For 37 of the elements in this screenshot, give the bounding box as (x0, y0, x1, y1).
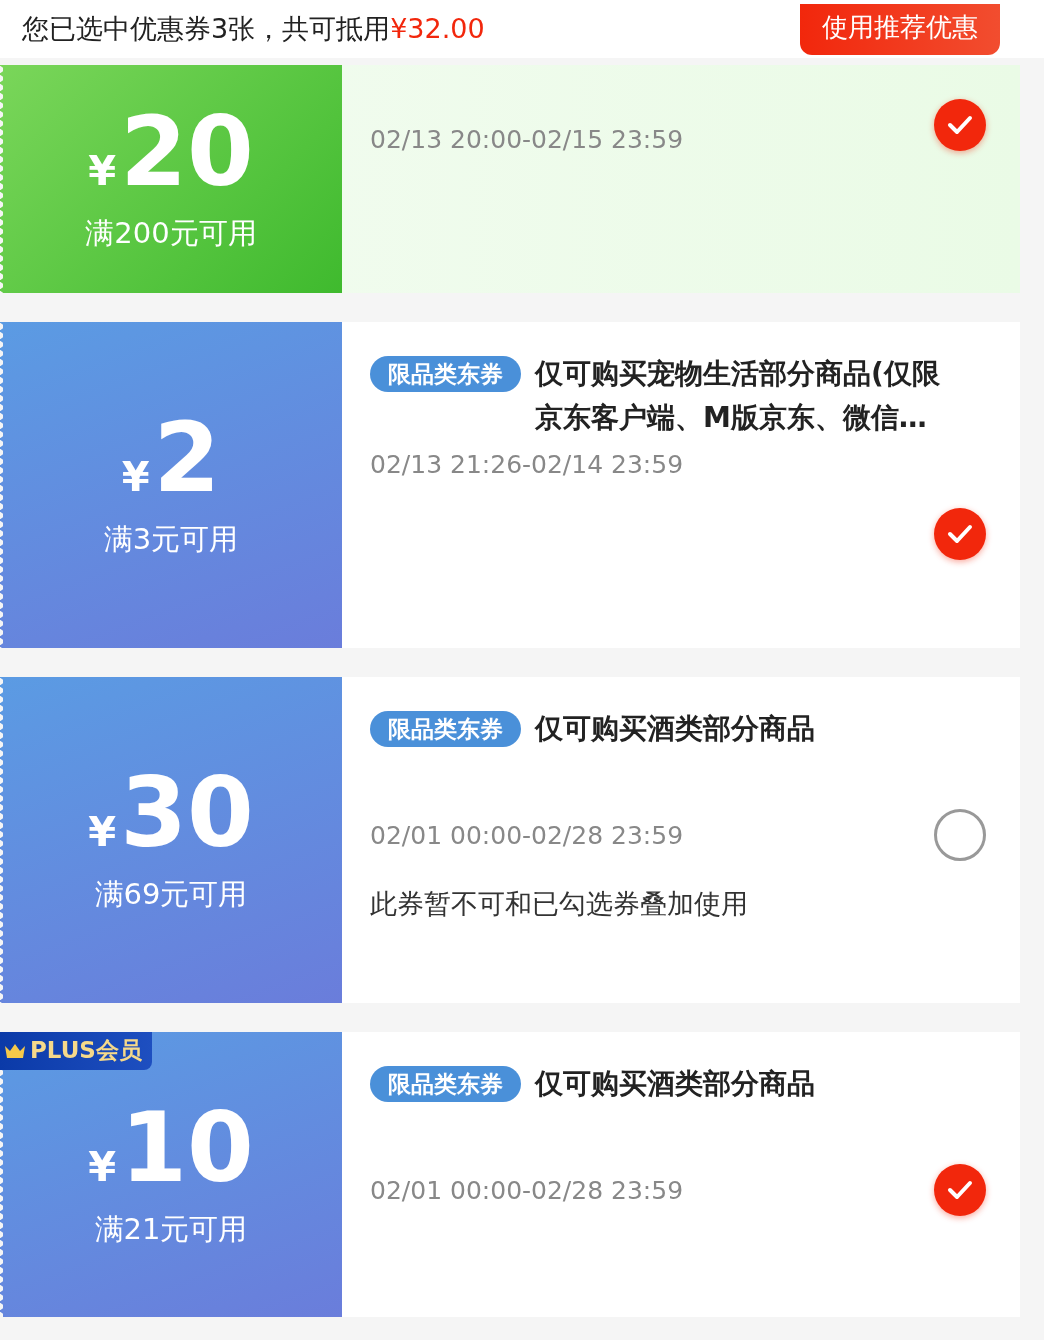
usage-condition: 满21元可用 (94, 1210, 248, 1248)
validity-period: 02/13 21:26-02/14 23:59 (370, 450, 684, 479)
coupon-card[interactable]: PLUS会员 ¥10 满21元可用 限品类东券 仅可购买酒类部分商品 02/01 00:00-02/28 23:59 (0, 1032, 1020, 1317)
checkmark-icon (947, 1180, 973, 1200)
coupon-amount: 10 (120, 1099, 254, 1196)
select-checkbox[interactable] (934, 99, 986, 151)
usage-condition: 满69元可用 (94, 876, 248, 913)
coupon-amount: 20 (120, 104, 254, 200)
use-recommended-button[interactable]: 使用推荐优惠 (800, 3, 1000, 55)
selection-summary: 您已选中优惠券3张，共可抵用¥32.00 (22, 12, 485, 46)
checkmark-icon (947, 115, 973, 135)
currency-symbol: ¥ (88, 148, 117, 194)
validity-period: 02/13 20:00-02/15 23:59 (370, 125, 684, 154)
currency-symbol: ¥ (121, 454, 150, 500)
checkmark-icon (947, 524, 973, 544)
select-checkbox[interactable] (934, 508, 986, 560)
currency-symbol: ¥ (88, 809, 117, 855)
validity-period: 02/01 00:00-02/28 23:59 (370, 821, 684, 850)
coupon-description: 仅可购买酒类部分商品 (535, 1066, 816, 1102)
usage-condition: 满3元可用 (103, 521, 239, 558)
validity-period: 02/01 00:00-02/28 23:59 (370, 1176, 684, 1205)
category-tag: 限品类东券 (370, 711, 521, 747)
select-checkbox[interactable] (934, 1164, 986, 1216)
coupon-card[interactable]: ¥30 满69元可用 限品类东券 仅可购买酒类部分商品 02/01 00:00-02/28 23:59 此券暂不可和已勾选券叠加使用 (0, 677, 1020, 1003)
coupon-description: 仅可购买宠物生活部分商品(仅限京东客户端、M版京东、微信… (535, 356, 941, 436)
stacking-note: 此券暂不可和已勾选券叠加使用 (370, 887, 749, 921)
coupon-description: 仅可购买酒类部分商品 (535, 711, 816, 747)
select-checkbox[interactable] (934, 809, 986, 861)
category-tag: 限品类东券 (370, 356, 521, 392)
category-tag: 限品类东券 (370, 1066, 521, 1102)
coupon-amount: 2 (153, 410, 221, 506)
usage-condition: 满200元可用 (85, 215, 257, 252)
coupon-amount: 30 (120, 765, 254, 861)
badge-label: PLUS会员 (30, 1036, 142, 1065)
crown-icon (4, 1042, 26, 1059)
coupon-card[interactable]: ¥2 满3元可用 限品类东券 仅可购买宠物生活部分商品(仅限京东客户端、M版京东、微信… 02/13 21:26-02/14 23:59 (0, 322, 1020, 648)
currency-symbol: ¥ (88, 1143, 117, 1190)
